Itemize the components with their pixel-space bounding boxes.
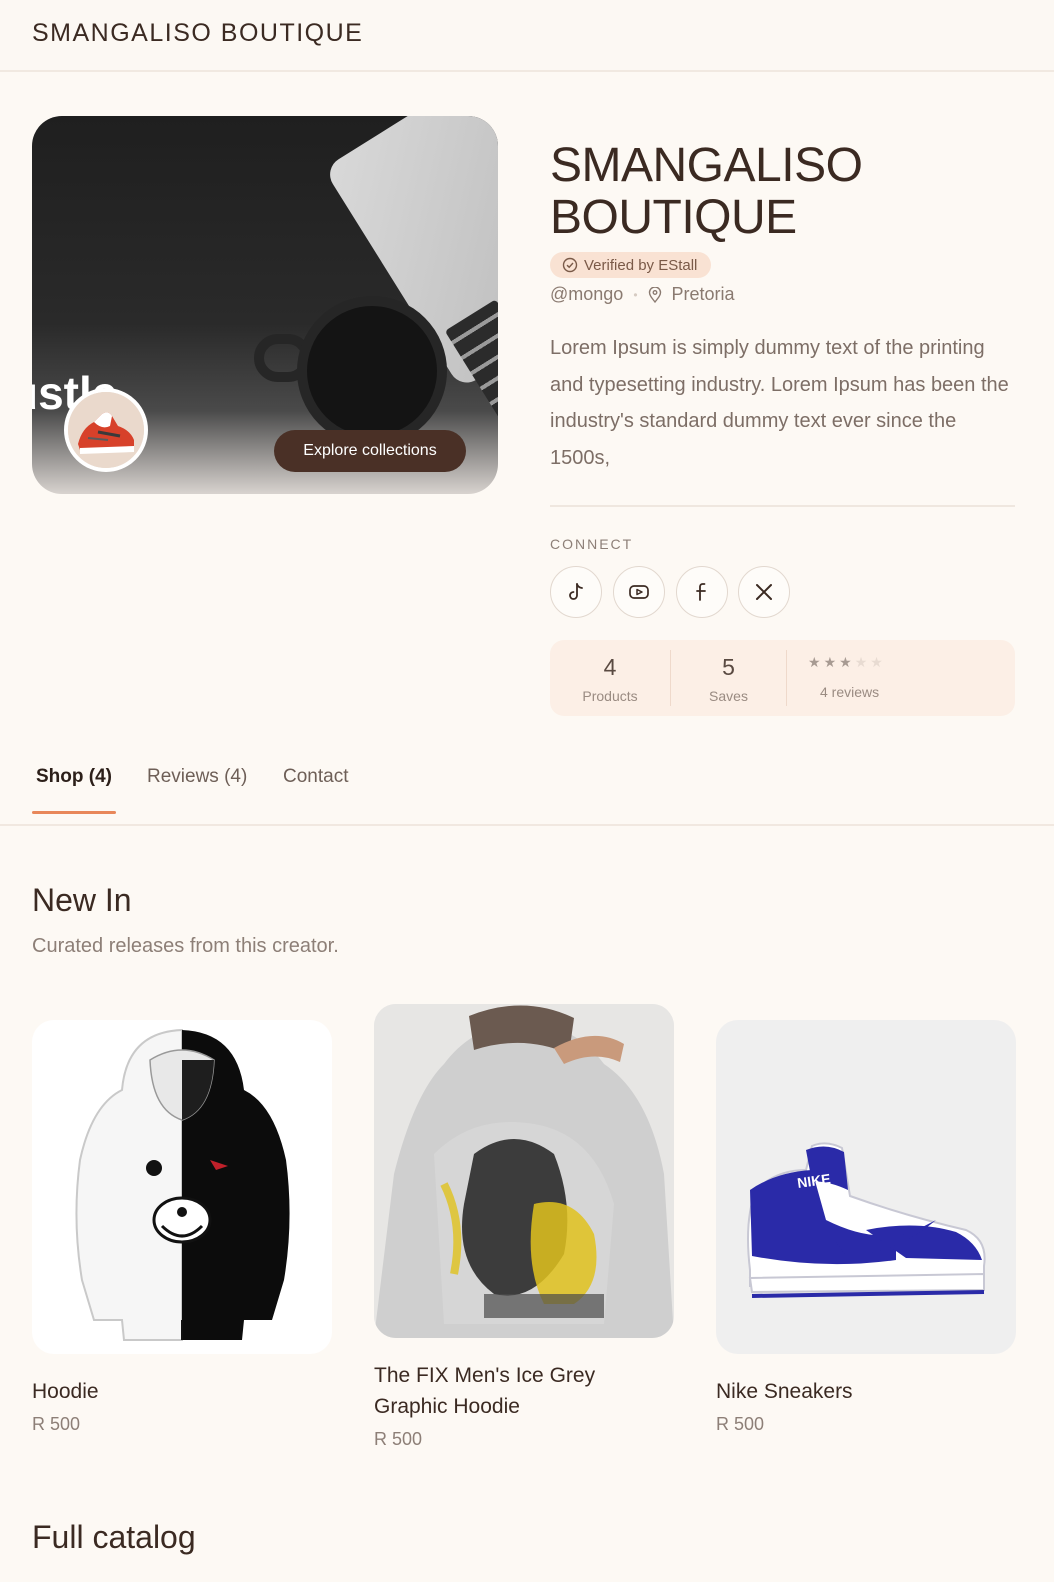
store-avatar <box>64 388 148 472</box>
store-title: SMANGALISO BOUTIQUE <box>550 140 1010 244</box>
store-description: Lorem Ipsum is simply dummy text of the … <box>550 337 1009 469</box>
product-name[interactable]: Nike Sneakers <box>716 1376 853 1407</box>
verified-badge: Verified by EStall <box>550 252 712 278</box>
product-image-hoodie[interactable] <box>32 1020 332 1354</box>
store-handle: @mongo <box>550 284 624 304</box>
location-pin-icon <box>648 286 661 303</box>
products-count: 4 <box>603 654 617 680</box>
product-name[interactable]: The FIX Men's Ice Grey Graphic Hoodie <box>374 1360 674 1422</box>
saves-count: 5 <box>722 654 735 680</box>
store-title-line1: SMANGALISO <box>550 139 863 192</box>
saves-label: Saves <box>709 688 748 704</box>
stats-panel: 4 Products 5 Saves ★★★★★ 4 reviews <box>550 640 1015 716</box>
tiktok-button[interactable] <box>550 566 602 618</box>
divider <box>550 505 1015 507</box>
star-empty-icon: ★ <box>870 654 886 670</box>
rating-stars: ★★★★★ <box>808 654 886 671</box>
graphic-hoodie-image <box>374 1004 674 1338</box>
sneaker-image: NIKE <box>747 1142 986 1298</box>
verified-check-icon <box>562 257 578 273</box>
store-title-line2: BOUTIQUE <box>550 191 797 244</box>
star-empty-icon: ★ <box>854 654 871 670</box>
section-title-new-in: New In <box>32 882 132 918</box>
youtube-icon <box>629 585 649 599</box>
star-filled-icon: ★ <box>823 654 840 670</box>
product-image-graphic-hoodie[interactable] <box>374 1004 674 1338</box>
stat-separator <box>786 650 787 706</box>
product-image-nike-sneakers[interactable]: NIKE <box>716 1020 1016 1354</box>
section-subtitle: Curated releases from this creator. <box>32 935 339 957</box>
product-price: R 500 <box>32 1414 81 1434</box>
tiktok-icon <box>569 583 583 600</box>
section-title-full-catalog: Full catalog <box>32 1519 196 1555</box>
facebook-icon <box>696 583 706 601</box>
active-tab-indicator <box>32 811 116 814</box>
star-filled-icon: ★ <box>808 654 824 670</box>
verified-label: Verified by EStall <box>584 256 698 274</box>
product-price: R 500 <box>374 1429 423 1449</box>
tab-contact[interactable]: Contact <box>283 766 348 788</box>
hoodie-image <box>75 1028 290 1341</box>
reviews-count-label: 4 reviews <box>820 684 880 700</box>
sneaker-avatar-icon <box>68 392 144 468</box>
meta-separator: • <box>633 287 638 302</box>
product-price: R 500 <box>716 1414 765 1434</box>
youtube-button[interactable] <box>613 566 665 618</box>
top-bar: SMANGALISO BOUTIQUE <box>0 0 1054 72</box>
brand-name[interactable]: SMANGALISO BOUTIQUE <box>32 19 363 48</box>
facebook-button[interactable] <box>676 566 728 618</box>
store-location: Pretoria <box>671 284 735 304</box>
tabs-divider <box>0 824 1054 826</box>
mug-image <box>297 296 447 446</box>
x-icon <box>756 584 772 600</box>
store-meta: @mongo • Pretoria <box>550 284 735 305</box>
stat-saves: 5 Saves <box>671 640 786 716</box>
product-name[interactable]: Hoodie <box>32 1376 99 1407</box>
stat-products: 4 Products <box>550 640 670 716</box>
tab-reviews[interactable]: Reviews (4) <box>147 766 247 788</box>
star-filled-icon: ★ <box>839 654 855 670</box>
tab-shop[interactable]: Shop (4) <box>36 766 112 788</box>
x-button[interactable] <box>738 566 790 618</box>
products-label: Products <box>582 688 638 704</box>
explore-collections-button[interactable]: Explore collections <box>274 430 466 472</box>
connect-label: CONNECT <box>550 536 634 552</box>
